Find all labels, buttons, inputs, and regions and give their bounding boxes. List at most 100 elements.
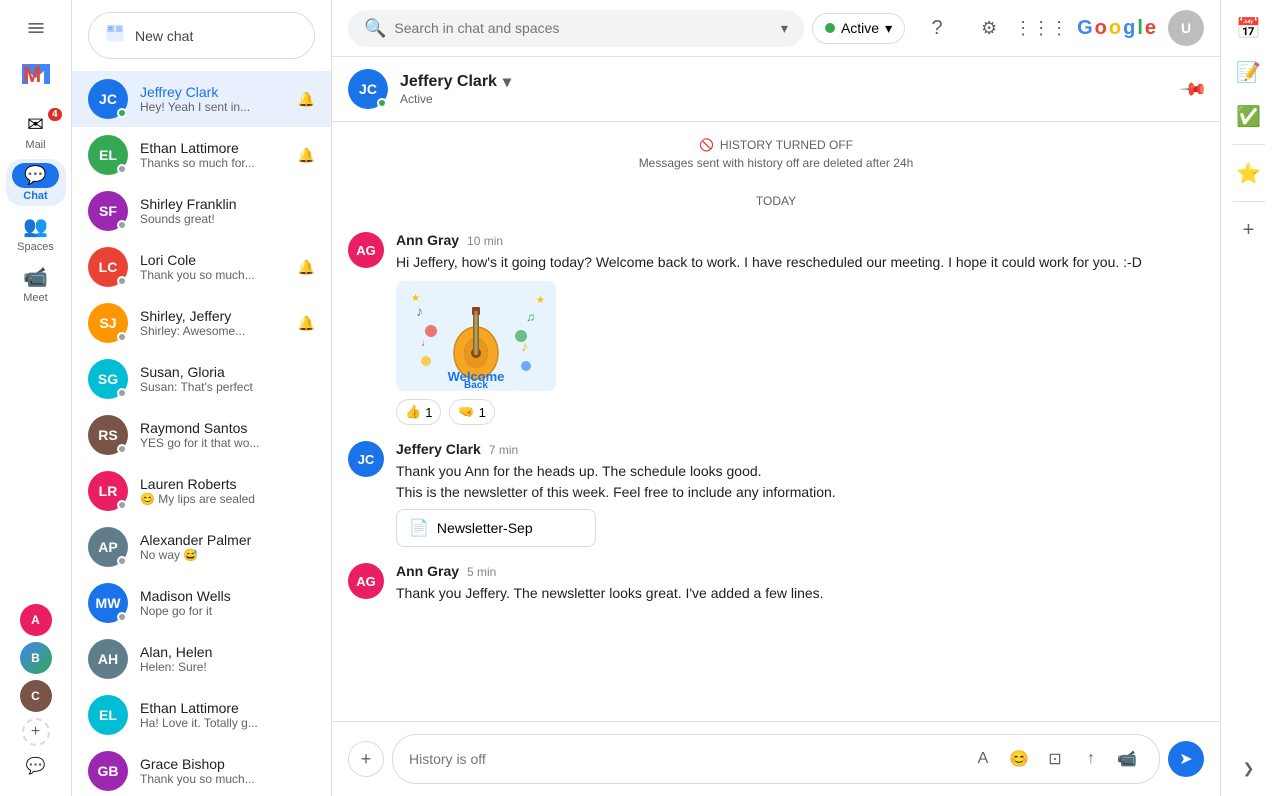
chat-info: Shirley Franklin Sounds great! — [140, 196, 315, 226]
pin-icon[interactable]: 📌 — [1177, 74, 1208, 105]
top-bar-actions: Active ▾ ? ⚙ ⋮⋮⋮ Google U — [812, 8, 1204, 48]
screen-share-button[interactable]: ⊡ — [1039, 743, 1071, 775]
chat-item[interactable]: LR Lauren Roberts 😊 My lips are sealed — [72, 463, 331, 519]
sidebar-item-meet[interactable]: 📹 Meet — [6, 261, 66, 308]
bell-icon: 🔔 — [298, 315, 315, 332]
emoji-icon: 😊 — [1009, 749, 1029, 769]
sidebar-item-mail[interactable]: ✉ 4 Mail — [6, 108, 66, 155]
chat-item[interactable]: SJ Shirley, Jeffery Shirley: Awesome... … — [72, 295, 331, 351]
settings-button[interactable]: ⚙ — [969, 8, 1009, 48]
screen-share-icon: ⊡ — [1048, 749, 1061, 769]
chat-input[interactable] — [409, 751, 959, 767]
message-header: Jeffery Clark 7 min — [396, 441, 1204, 457]
chat-item[interactable]: MW Madison Wells Nope go for it — [72, 575, 331, 631]
new-chat-button[interactable]: New chat — [88, 12, 315, 59]
bell-icon: 🔔 — [298, 259, 315, 276]
sidebar-divider — [1233, 144, 1265, 145]
chat-preview: Ha! Love it. Totally g... — [140, 716, 315, 730]
header-dropdown-icon[interactable]: ▾ — [503, 72, 511, 92]
header-online-dot — [377, 98, 387, 108]
reaction-count: 1 — [479, 405, 486, 420]
active-status-button[interactable]: Active ▾ — [812, 13, 905, 44]
user-avatar-2[interactable]: B — [20, 642, 52, 674]
chat-avatar: JC — [88, 79, 128, 119]
chat-info: Ethan Lattimore Thanks so much for... — [140, 140, 286, 170]
online-dot — [117, 108, 127, 118]
chat-bubble-icon[interactable]: 💬 — [22, 752, 50, 780]
message-time: 7 min — [489, 443, 518, 457]
help-button[interactable]: ? — [917, 8, 957, 48]
history-title: 🚫 HISTORY TURNED OFF — [699, 138, 853, 152]
hamburger-menu-icon[interactable] — [16, 8, 56, 48]
collapse-area: ❯ — [1229, 748, 1269, 788]
chat-item[interactable]: RS Raymond Santos YES go for it that wo.… — [72, 407, 331, 463]
svg-text:★: ★ — [536, 295, 545, 306]
chat-name: Alan, Helen — [140, 644, 315, 660]
user-avatar-1[interactable]: A — [20, 604, 52, 636]
chat-item[interactable]: EL Ethan Lattimore Thanks so much for...… — [72, 127, 331, 183]
svg-text:★: ★ — [411, 293, 420, 304]
chat-item[interactable]: AH Alan, Helen Helen: Sure! — [72, 631, 331, 687]
sidebar-divider — [1233, 201, 1265, 202]
chat-item[interactable]: SG Susan, Gloria Susan: That's perfect — [72, 351, 331, 407]
chat-name: Shirley Franklin — [140, 196, 315, 212]
format-text-button[interactable]: A — [967, 743, 999, 775]
add-apps-button[interactable]: + — [1229, 210, 1269, 250]
star-button[interactable]: ⭐ — [1229, 153, 1269, 193]
chat-item[interactable]: GB Grace Bishop Thank you so much... — [72, 743, 331, 796]
offline-dot — [117, 500, 127, 510]
emoji-button[interactable]: 😊 — [1003, 743, 1035, 775]
sidebar-item-spaces[interactable]: 👥 Spaces — [6, 210, 66, 257]
chat-name: Grace Bishop — [140, 756, 315, 772]
settings-icon: ⚙ — [981, 18, 997, 39]
chat-item[interactable]: SF Shirley Franklin Sounds great! — [72, 183, 331, 239]
newsletter-attachment[interactable]: 📄 Newsletter-Sep — [396, 509, 596, 547]
svg-text:Back: Back — [464, 380, 488, 391]
chat-item[interactable]: JC Jeffrey Clark Hey! Yeah I sent in... … — [72, 71, 331, 127]
chat-item[interactable]: EL Ethan Lattimore Ha! Love it. Totally … — [72, 687, 331, 743]
collapse-button[interactable]: ❯ — [1229, 748, 1269, 788]
send-button[interactable]: ➤ — [1168, 741, 1204, 777]
video-button[interactable]: 📹 — [1111, 743, 1143, 775]
fist-reaction[interactable]: 🤜 1 — [449, 399, 494, 425]
bell-icon: 🔔 — [298, 91, 315, 108]
svg-text:♪: ♪ — [416, 303, 423, 319]
chat-avatar: EL — [88, 135, 128, 175]
message-text: Hi Jeffery, how's it going today? Welcom… — [396, 252, 1204, 273]
calendar-icon: 📅 — [1236, 16, 1261, 41]
offline-dot — [117, 444, 127, 454]
add-attachment-button[interactable]: + — [348, 741, 384, 777]
chat-preview: Thanks so much for... — [140, 156, 286, 170]
chat-input-area: + A 😊 ⊡ ↑ 📹 ➤ — [332, 721, 1220, 796]
svg-text:M: M — [23, 62, 41, 87]
chat-preview: Sounds great! — [140, 212, 315, 226]
google-logo-area: Google — [1077, 17, 1156, 40]
collapse-icon: ❯ — [1243, 760, 1255, 777]
user-account-avatar[interactable]: U — [1168, 10, 1204, 46]
chat-info: Jeffrey Clark Hey! Yeah I sent in... — [140, 84, 286, 114]
search-dropdown-icon[interactable]: ▾ — [781, 20, 788, 37]
input-actions: A 😊 ⊡ ↑ 📹 — [967, 743, 1143, 775]
calendar-button[interactable]: 📅 — [1229, 8, 1269, 48]
chat-item[interactable]: AP Alexander Palmer No way 😅 — [72, 519, 331, 575]
tasks-button[interactable]: 📝 — [1229, 52, 1269, 92]
search-input[interactable] — [394, 20, 772, 36]
message-text: Thank you Ann for the heads up. The sche… — [396, 461, 1204, 503]
chat-item[interactable]: LC Lori Cole Thank you so much... 🔔 — [72, 239, 331, 295]
add-account-button[interactable]: + — [22, 718, 50, 746]
send-icon: ➤ — [1179, 749, 1192, 769]
apps-button[interactable]: ⋮⋮⋮ — [1021, 8, 1061, 48]
offline-dot — [117, 220, 127, 230]
chat-name: Ethan Lattimore — [140, 700, 315, 716]
chat-header-info: Jeffery Clark ▾ Active — [400, 72, 1170, 106]
chat-avatar: SJ — [88, 303, 128, 343]
chat-avatar: AH — [88, 639, 128, 679]
message-avatar: JC — [348, 441, 384, 477]
sidebar-item-chat[interactable]: 💬 Chat — [6, 159, 66, 206]
contacts-button[interactable]: ✅ — [1229, 96, 1269, 136]
thumbs-up-reaction[interactable]: 👍 1 — [396, 399, 441, 425]
upload-icon: ↑ — [1087, 750, 1095, 768]
chat-name: Susan, Gloria — [140, 364, 315, 380]
upload-button[interactable]: ↑ — [1075, 743, 1107, 775]
user-avatar-3[interactable]: C — [20, 680, 52, 712]
